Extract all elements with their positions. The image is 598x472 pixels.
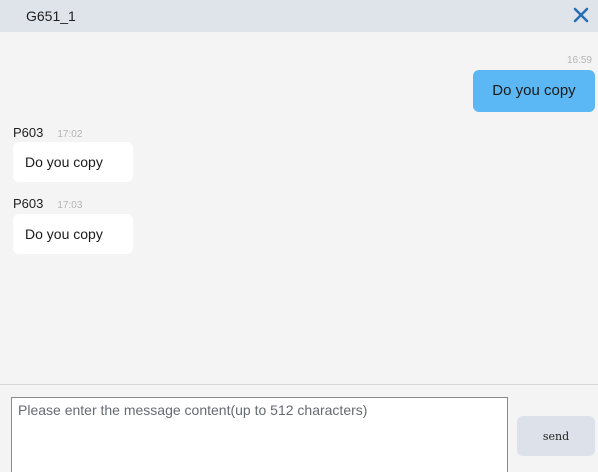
sender-name: P603: [13, 125, 44, 140]
composer: send: [0, 385, 598, 472]
message-time: 17:02: [57, 129, 83, 140]
message-time: 16:59: [566, 55, 592, 66]
incoming-message-bubble: Do you copy: [13, 142, 133, 182]
close-button[interactable]: [570, 4, 592, 26]
chat-window: G651_1 16:59 Do you copy P603 17:02 Do yo…: [0, 0, 598, 472]
incoming-message-bubble: Do you copy: [13, 214, 133, 254]
outgoing-message-bubble: Do you copy: [473, 70, 595, 112]
send-button[interactable]: send: [517, 416, 595, 456]
message-list[interactable]: 16:59 Do you copy P603 17:02 Do you copy …: [0, 32, 598, 384]
sender-name: P603: [13, 196, 44, 211]
title-bar: G651_1: [0, 0, 598, 32]
close-icon: [573, 7, 589, 23]
message-header: P603 17:02: [13, 124, 83, 140]
window-title: G651_1: [26, 8, 76, 24]
message-time: 17:03: [57, 200, 83, 211]
message-input[interactable]: [11, 397, 508, 472]
message-header: P603 17:03: [13, 195, 83, 211]
